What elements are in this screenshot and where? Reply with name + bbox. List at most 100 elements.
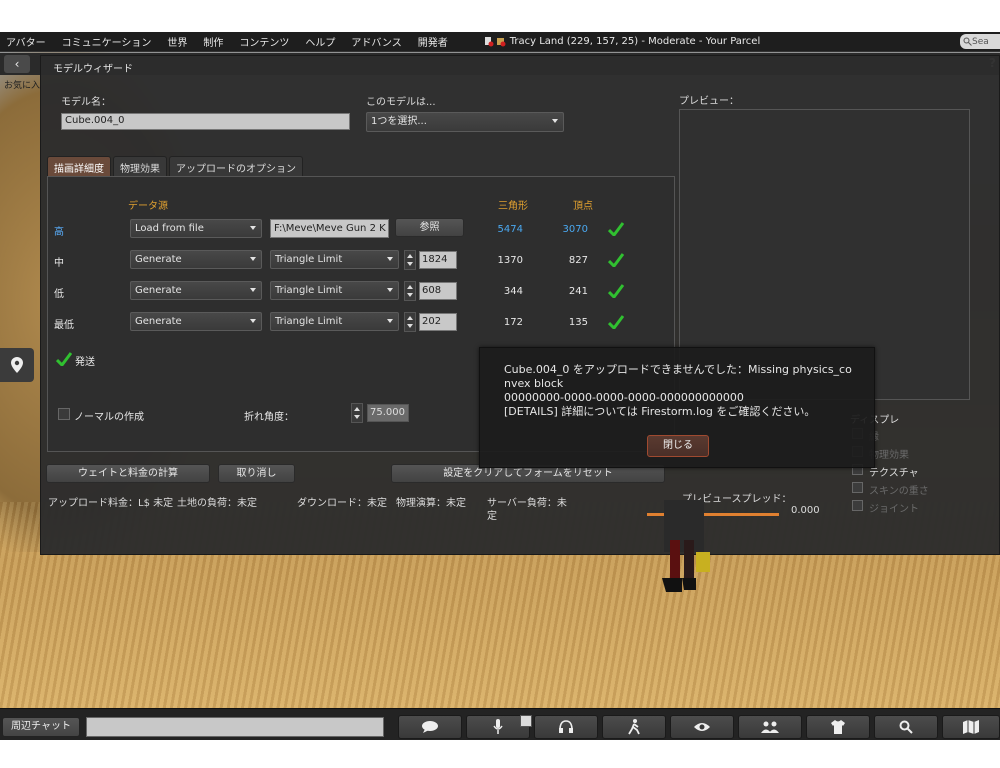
search-field[interactable]: Sea [960,34,1000,49]
people-button[interactable] [738,715,802,739]
lod-low-limit[interactable]: 608 [419,282,457,300]
search-placeholder: Sea [972,36,989,47]
lod-low-mode-value: Triangle Limit [275,285,343,296]
tab-upload-options[interactable]: アップロードのオプション [169,156,303,176]
nearby-chat-button[interactable]: 周辺チャット [2,717,80,737]
status-text: 発送 [75,357,95,368]
calculate-weights-button[interactable]: ウェイトと料金の計算 [46,464,210,483]
top-margin [0,0,1000,32]
floater-title[interactable]: モデルウィザード [53,60,133,75]
upload-fee-text: アップロード料金：L$ 未定 [48,498,174,509]
favorites-label[interactable]: お気に入 [4,78,40,91]
lod-lowest-mode-dropdown[interactable]: Triangle Limit [270,312,399,331]
no-build-icon[interactable] [496,36,506,47]
preview-label: プレビュー： [679,96,739,107]
lod-lowest-stepper[interactable] [404,312,416,332]
crease-angle-value[interactable]: 75.000 [367,404,409,422]
lod-low-stepper[interactable] [404,281,416,301]
chat-bubble-icon [422,721,438,733]
lod-medium-source-value: Generate [135,254,182,265]
lod-medium-source-dropdown[interactable]: Generate [130,250,262,269]
location-text[interactable]: Tracy Land (229, 157, 25) - Moderate - Y… [510,36,761,47]
lod-medium-vertices: 827 [568,255,588,266]
lod-medium-mode-dropdown[interactable]: Triangle Limit [270,250,399,269]
menu-developer[interactable]: 開発者 [412,34,458,49]
chevron-down-icon [250,288,256,292]
menu-communication[interactable]: コミュニケーション [56,34,162,49]
back-button[interactable]: ‹ [4,55,30,73]
lod-low-mode-dropdown[interactable]: Triangle Limit [270,281,399,300]
checkmark-icon [608,222,624,236]
lod-lowest-label: 最低 [54,320,74,331]
lod-medium-stepper[interactable] [404,250,416,270]
no-script-icon[interactable] [484,36,494,47]
menu-avatar[interactable]: アバター [0,34,56,49]
display-skin-weights-checkbox[interactable] [852,482,863,493]
display-skin-weights-label: スキンの重さ [869,486,929,497]
chevron-left-icon: ‹ [14,57,20,71]
lod-lowest-limit[interactable]: 202 [419,313,457,331]
avatar-figure[interactable] [656,500,716,595]
server-weight-text: サーバー負荷：未 [487,498,567,509]
menu-world[interactable]: 世界 [161,34,197,49]
lod-lowest-source-dropdown[interactable]: Generate [130,312,262,331]
chevron-down-icon [552,119,558,123]
tab-physics[interactable]: 物理効果 [113,156,167,176]
server-weight-text-cont: 定 [487,511,497,522]
bottom-toolbar: 周辺チャット [0,708,1000,740]
world-map-button[interactable] [942,715,1000,739]
model-name-input[interactable]: Cube.004_0 [61,113,350,130]
model-type-label: このモデルは... [366,97,436,108]
headphones-icon [559,720,573,733]
location-pin-icon [11,357,23,373]
voice-toggle-checkbox[interactable] [520,715,532,727]
model-type-value: 1つを選択... [371,116,427,127]
lod-medium-mode-value: Triangle Limit [275,254,343,265]
people-icon [761,721,779,733]
chevron-down-icon [387,257,393,261]
menu-bar: アバター コミュニケーション 世界 制作 コンテンツ ヘルプ アドバンス 開発者… [0,32,1000,52]
lod-low-source-dropdown[interactable]: Generate [130,281,262,300]
generate-normals-checkbox[interactable] [58,408,70,420]
checkmark-icon [608,315,624,329]
location-pin-button[interactable] [0,348,34,382]
tab-level-of-detail[interactable]: 描画詳細度 [47,156,111,176]
header-vertices: 頂点 [573,201,593,212]
lod-lowest-triangles: 172 [503,317,523,328]
menu-content[interactable]: コンテンツ [233,34,299,49]
lod-medium-label: 中 [54,258,64,269]
display-joints-checkbox[interactable] [852,500,863,511]
upload-error-toast: Cube.004_0 をアップロードできませんでした：Missing physi… [479,347,875,468]
lod-lowest-vertices: 135 [568,317,588,328]
lod-lowest-source-value: Generate [135,316,182,327]
parcel-status-icons [484,36,506,47]
lod-low-triangles: 344 [503,286,523,297]
magnifier-icon [899,720,913,734]
chat-input[interactable] [86,717,384,737]
cancel-button[interactable]: 取り消し [218,464,295,483]
speak-button[interactable] [534,715,598,739]
lod-low-source-value: Generate [135,285,182,296]
search-button[interactable] [874,715,938,739]
close-button[interactable]: 閉じる [647,435,709,457]
header-source: データ源 [128,201,168,212]
menu-help[interactable]: ヘルプ [299,34,345,49]
camera-controls-button[interactable] [670,715,734,739]
model-type-dropdown[interactable]: 1つを選択... [366,112,564,132]
menu-build[interactable]: 制作 [197,34,233,49]
lod-medium-limit[interactable]: 1824 [419,251,457,269]
menu-advanced[interactable]: アドバンス [345,34,411,49]
display-textures-label: テクスチャ [869,468,919,479]
display-joints-label: ジョイント [869,504,919,515]
checkmark-icon [608,253,624,267]
preview-spread-value: 0.000 [791,505,820,516]
lod-high-file-path[interactable]: F:\Meve\Meve Gun 2 K [270,219,389,238]
appearance-button[interactable] [806,715,870,739]
crease-angle-stepper[interactable] [351,403,363,423]
lod-high-source-dropdown[interactable]: Load from file [130,219,262,238]
lod-low-label: 低 [54,289,64,300]
walk-run-fly-button[interactable] [602,715,666,739]
chevron-down-icon [387,319,393,323]
browse-button[interactable]: 参照 [395,218,464,237]
conversations-button[interactable] [398,715,462,739]
